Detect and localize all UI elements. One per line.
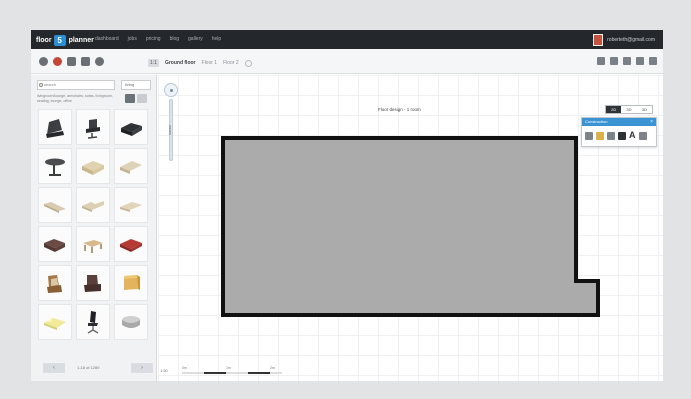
tools-icon[interactable]	[636, 57, 644, 65]
zoom-label: zoom	[168, 125, 173, 135]
furniture-item[interactable]	[114, 304, 148, 340]
library-pager: ‹ 1-18 of 1289 ›	[37, 363, 153, 373]
tab-floor-1[interactable]: Floor 1	[202, 60, 218, 66]
room-tool-icon[interactable]	[596, 131, 604, 140]
nav-link-blog[interactable]: blog	[170, 35, 179, 43]
link-icon[interactable]	[610, 57, 618, 65]
user-menu[interactable]: roberteth@gmail.com	[593, 34, 655, 46]
app-window: floor 5 planner dashboard jobs pricing b…	[31, 30, 663, 381]
construction-toolbox: Construction × A	[581, 117, 657, 147]
furniture-item[interactable]	[38, 187, 72, 223]
project-toolbar: 1:1 Ground floor Floor 1 Floor 2	[31, 49, 663, 74]
toolbox-title: Construction	[585, 119, 608, 124]
window-tool-icon[interactable]	[618, 131, 626, 140]
scale-ruler	[182, 372, 282, 374]
toolbox-tools: A	[582, 126, 656, 145]
top-nav-bar: floor 5 planner dashboard jobs pricing b…	[31, 30, 663, 49]
user-name[interactable]: roberteth@gmail.com	[607, 37, 655, 43]
scale-tick: 2m	[270, 366, 275, 370]
furniture-item[interactable]	[38, 148, 72, 184]
furniture-item[interactable]	[76, 148, 110, 184]
help-icon[interactable]	[95, 57, 104, 66]
furniture-item[interactable]	[114, 148, 148, 184]
tab-ground-floor[interactable]: Ground floor	[165, 60, 196, 66]
brand-text-floor: floor	[36, 36, 52, 44]
design-title: Floor design - 1 room	[378, 107, 421, 112]
library-sidebar: search living livingroom/lounge, armchai…	[31, 75, 157, 381]
dimension-tool-icon[interactable]	[638, 131, 647, 140]
next-page-button[interactable]: ›	[131, 363, 153, 373]
view-mode-toggle: 2D 3D 3D	[605, 105, 653, 114]
project-scale-badge: 1:1	[148, 59, 159, 67]
wall-tool-icon[interactable]	[585, 131, 593, 140]
design-canvas[interactable]: zoom Floor design - 1 room 2D 3D 3D Cons…	[158, 75, 663, 381]
page-count: 1-18 of 1289	[77, 365, 100, 370]
image-icon[interactable]	[67, 57, 76, 66]
scale-label: 1:50	[160, 368, 168, 373]
close-icon[interactable]: ×	[650, 118, 653, 126]
room-shape[interactable]	[220, 135, 602, 319]
furniture-grid	[38, 109, 152, 340]
furniture-item[interactable]	[38, 109, 72, 145]
furniture-item[interactable]	[38, 265, 72, 301]
avatar[interactable]	[593, 34, 604, 46]
share-icon[interactable]	[597, 57, 605, 65]
prev-page-button[interactable]: ‹	[43, 363, 65, 373]
door-tool-icon[interactable]	[607, 131, 615, 140]
toolbar-actions	[597, 57, 657, 65]
brand-mark-icon: 5	[53, 34, 66, 46]
scale-tick: 1m	[226, 366, 231, 370]
furniture-item[interactable]	[76, 109, 110, 145]
tab-floor-2[interactable]: Floor 2	[223, 60, 239, 66]
grid-view-icon[interactable]	[125, 94, 135, 103]
furniture-item[interactable]	[114, 265, 148, 301]
view-3d-alt-button[interactable]: 3D	[637, 106, 652, 113]
settings-icon[interactable]	[39, 57, 48, 66]
scale-segment	[248, 372, 270, 374]
pan-control-icon[interactable]	[164, 83, 178, 97]
furniture-item[interactable]	[76, 226, 110, 262]
brush-icon[interactable]	[81, 57, 90, 66]
record-icon[interactable]	[53, 57, 62, 66]
brand-text-planner: planner	[68, 36, 94, 44]
view-2d-button[interactable]: 2D	[606, 106, 622, 113]
furniture-item[interactable]	[38, 304, 72, 340]
scale-bar: 1:50 0m 1m 2m	[160, 366, 282, 376]
brand-logo[interactable]: floor 5 planner	[36, 34, 94, 46]
text-tool-icon[interactable]: A	[629, 131, 636, 140]
nav-link-jobs[interactable]: jobs	[128, 35, 137, 43]
furniture-item[interactable]	[76, 304, 110, 340]
nav-link-help[interactable]: help	[212, 35, 221, 43]
menu-icon[interactable]	[649, 57, 657, 65]
toolbox-header: Construction ×	[582, 118, 656, 126]
furniture-item[interactable]	[76, 187, 110, 223]
list-view-icon[interactable]	[137, 94, 147, 103]
furniture-item[interactable]	[76, 265, 110, 301]
category-select[interactable]: living	[121, 80, 151, 90]
floor-selector: 1:1 Ground floor Floor 1 Floor 2	[148, 59, 252, 67]
furniture-item[interactable]	[114, 109, 148, 145]
category-tags: livingroom/lounge, armchairs, sofas, liv…	[37, 94, 113, 103]
furniture-item[interactable]	[114, 187, 148, 223]
search-icon	[39, 83, 43, 87]
scale-tick: 0m	[182, 366, 187, 370]
print-icon[interactable]	[623, 57, 631, 65]
furniture-item[interactable]	[38, 226, 72, 262]
furniture-item[interactable]	[114, 226, 148, 262]
add-floor-icon[interactable]	[244, 59, 252, 67]
search-input[interactable]: search	[37, 80, 115, 90]
scale-segment	[204, 372, 226, 374]
nav-link-dashboard[interactable]: dashboard	[95, 35, 119, 43]
nav-link-pricing[interactable]: pricing	[146, 35, 161, 43]
nav-link-gallery[interactable]: gallery	[188, 35, 203, 43]
view-3d-button[interactable]: 3D	[621, 106, 636, 113]
nav-links: dashboard jobs pricing blog gallery help	[95, 35, 221, 43]
